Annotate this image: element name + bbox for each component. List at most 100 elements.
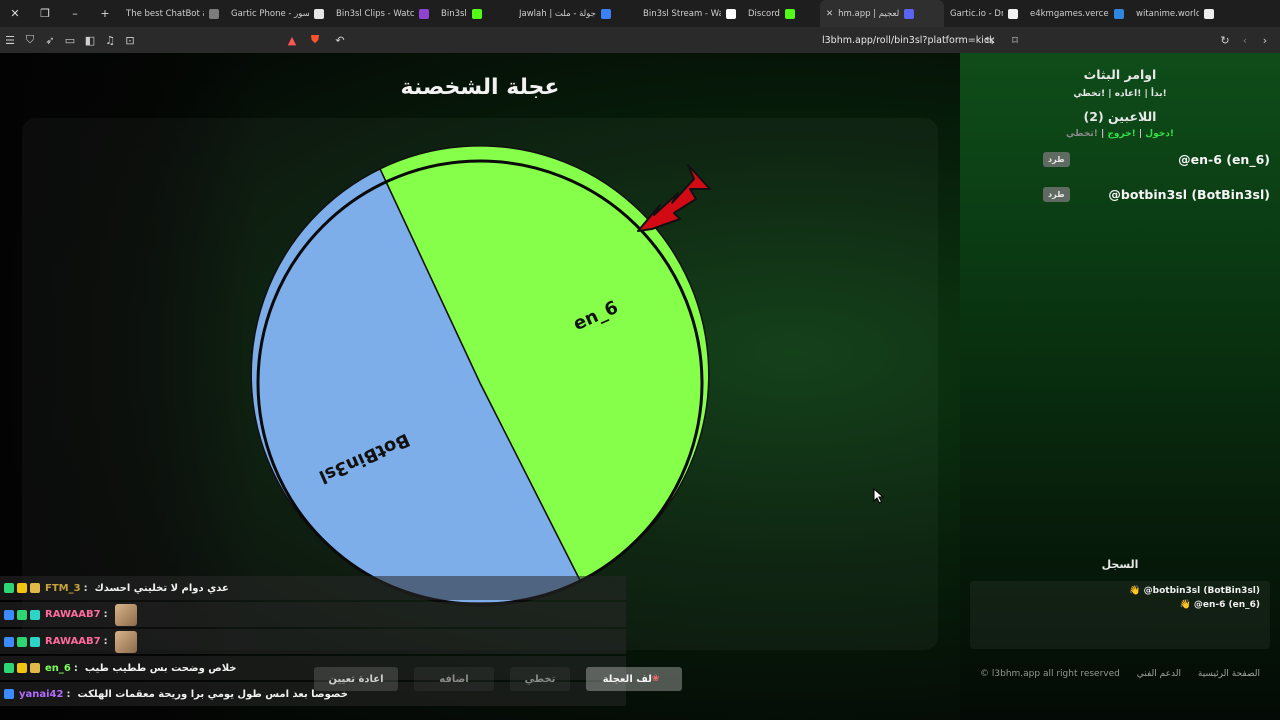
chat-text: خصوصا بعد امس طول يومي برا وريحة معقمات … <box>77 688 348 700</box>
chat-username[interactable]: RAWAAB7 <box>45 636 101 647</box>
player-row: طرد @en-6 (en_6) <box>980 152 1270 167</box>
tab-favicon-icon <box>419 8 429 19</box>
log-entry: 👋 @en-6 (en_6) <box>1179 600 1260 610</box>
chat-message: FTM_3 : عدي دوام لا تخليني احسدك <box>0 576 626 600</box>
sidebar-icon[interactable]: ◧ <box>80 27 100 53</box>
tabs-icon[interactable]: ▭ <box>60 27 80 53</box>
chat-badge-icon <box>30 636 40 647</box>
forward-icon[interactable]: › <box>1255 27 1275 53</box>
chat-badge-icon <box>30 663 40 673</box>
chat-badge-icon <box>4 636 14 647</box>
screenshot-icon[interactable]: ⊡ <box>120 27 140 53</box>
browser-tab[interactable]: Bin3sl Stream - Wat <box>637 0 742 27</box>
add-button[interactable]: اضافه <box>414 667 494 691</box>
menu-icon[interactable]: ☰ <box>0 27 20 53</box>
browser-tab[interactable]: Bin3sl Clips - Watch <box>330 0 435 27</box>
undo-icon[interactable]: ↶ <box>330 27 350 53</box>
browser-tab-label: Bin3sl Stream - Wat <box>643 8 721 19</box>
browser-tab-label: Bin3sl Clips - Watch <box>336 8 414 19</box>
brave-shield-icon[interactable]: ⛊ <box>305 27 325 53</box>
support-link[interactable]: الدعم الفني <box>1137 669 1181 679</box>
wheel-controls: اعادة تعيين اضافه تخطي لف العجلة ❀ <box>314 667 682 691</box>
browser-tab-strip: ✕ ❐ – + The best ChatBot an Gartic Phone … <box>0 0 1280 27</box>
player-name: @botbin3sl (BotBin3sl) <box>1108 187 1270 202</box>
browser-tab[interactable]: ✕ hm.app | لعجيم <box>820 0 944 27</box>
restore-window-icon[interactable]: ❐ <box>30 0 60 27</box>
home-link[interactable]: الصفحة الرئيسية <box>1198 669 1260 679</box>
kick-button[interactable]: طرد <box>1043 187 1070 202</box>
address-url[interactable]: l3bhm.app/roll/bin3sl?platform=kick <box>822 35 995 46</box>
tab-favicon-icon <box>1008 8 1018 19</box>
player-commands: !دخول | !خروج | !تخطي <box>1066 129 1174 139</box>
tab-favicon-icon <box>784 8 795 19</box>
chat-badge-icon <box>17 609 27 620</box>
chat-emote-image <box>114 603 137 626</box>
chat-emote-image <box>114 630 137 653</box>
chat-text: عدي دوام لا تخليني احسدك <box>94 582 229 594</box>
chat-username[interactable]: FTM_3 <box>45 583 81 594</box>
spin-icon: ❀ <box>651 674 660 684</box>
tab-favicon-icon <box>600 8 611 19</box>
site-settings-icon[interactable]: ⇆ <box>980 27 1000 53</box>
browser-tab[interactable]: Bin3sl <box>435 0 513 27</box>
chat-username[interactable]: en_6 <box>45 663 71 674</box>
commands-title: اوامر البثاث <box>1083 67 1157 82</box>
chat-message: RAWAAB7 : <box>0 602 626 627</box>
browser-tab-label: Jawlah | جولة - ملت <box>519 8 596 19</box>
player-row: طرد @botbin3sl (BotBin3sl) <box>980 187 1270 202</box>
chat-text: خلاص وضحت بس ططيب طيب <box>84 662 237 674</box>
chat-badge-icon <box>17 663 27 673</box>
browser-toolbar: ☰ ⛉ ➶ ▭ ◧ ♫ ⊡ ▲ ⛊ ↶ l3bhm.app/roll/bin3s… <box>0 27 1280 53</box>
rocket-icon[interactable]: ➶ <box>40 27 60 53</box>
browser-tab-label: Gartic Phone - تسور <box>231 8 309 19</box>
browser-tab[interactable]: e4kmgames.vercel.a <box>1024 0 1130 27</box>
player-name: @en-6 (en_6) <box>1178 152 1270 167</box>
wheel-pointer-icon <box>637 164 711 232</box>
alert-icon[interactable]: ▲ <box>282 27 302 53</box>
back-icon[interactable]: ‹ <box>1235 27 1255 53</box>
new-tab-icon[interactable]: + <box>90 0 120 27</box>
chat-badge-icon <box>4 663 14 673</box>
close-window-icon[interactable]: ✕ <box>0 0 30 27</box>
tab-favicon-icon <box>1204 8 1214 19</box>
browser-tab[interactable]: Discord <box>742 0 820 27</box>
chat-badge-icon <box>17 636 27 647</box>
spin-button[interactable]: لف العجلة ❀ <box>586 667 682 691</box>
chat-badge-icon <box>4 609 14 620</box>
mouse-cursor-icon <box>873 488 885 504</box>
leave-command: !خروج <box>1107 129 1136 139</box>
browser-tab[interactable]: Gartic Phone - تسور <box>225 0 330 27</box>
chat-username[interactable]: RAWAAB7 <box>45 609 101 620</box>
browser-tab[interactable]: The best ChatBot an <box>120 0 225 27</box>
tab-favicon-icon <box>904 8 915 19</box>
footer: الصفحة الرئيسية الدعم الفني l3bhm.app al… <box>980 669 1260 679</box>
log-entry: 👋 @botbin3sl (BotBin3sl) <box>1129 586 1260 596</box>
browser-tab-label: Gartic.io - Draw, Gu <box>950 8 1003 19</box>
browser-tab-label: witanime.world <box>1136 8 1199 19</box>
commands-list: !بدأ | !اعاده | !تخطي <box>1073 89 1167 99</box>
bookmark-icon[interactable]: ⌑ <box>1005 27 1025 53</box>
log-box: 👋 @botbin3sl (BotBin3sl) 👋 @en-6 (en_6) <box>970 581 1270 649</box>
minimize-window-icon[interactable]: – <box>60 0 90 27</box>
tab-favicon-icon <box>314 8 324 19</box>
browser-tab-label: hm.app | لعجيم <box>838 8 900 19</box>
browser-tab-label: Discord <box>748 8 780 19</box>
tab-favicon-icon <box>471 8 482 19</box>
kick-button[interactable]: طرد <box>1043 152 1070 167</box>
copyright: l3bhm.app all right reserved © <box>980 669 1120 679</box>
skip-button[interactable]: تخطي <box>510 667 570 691</box>
browser-tab-label: The best ChatBot an <box>126 8 204 19</box>
reload-icon[interactable]: ↻ <box>1215 27 1235 53</box>
close-tab-icon[interactable]: ✕ <box>826 9 833 19</box>
browser-tab-label: Bin3sl <box>441 8 467 19</box>
tab-favicon-icon <box>726 8 736 19</box>
browser-tab[interactable]: Gartic.io - Draw, Gu <box>944 0 1024 27</box>
shield-icon[interactable]: ⛉ <box>20 27 40 53</box>
chat-username[interactable]: yanai42 <box>19 689 63 700</box>
tab-favicon-icon <box>209 8 219 19</box>
browser-tab[interactable]: witanime.world <box>1130 0 1220 27</box>
reset-button[interactable]: اعادة تعيين <box>314 667 398 691</box>
players-title: اللاعبين (2) <box>1083 109 1157 124</box>
music-icon[interactable]: ♫ <box>100 27 120 53</box>
browser-tab[interactable]: Jawlah | جولة - ملت <box>513 0 637 27</box>
